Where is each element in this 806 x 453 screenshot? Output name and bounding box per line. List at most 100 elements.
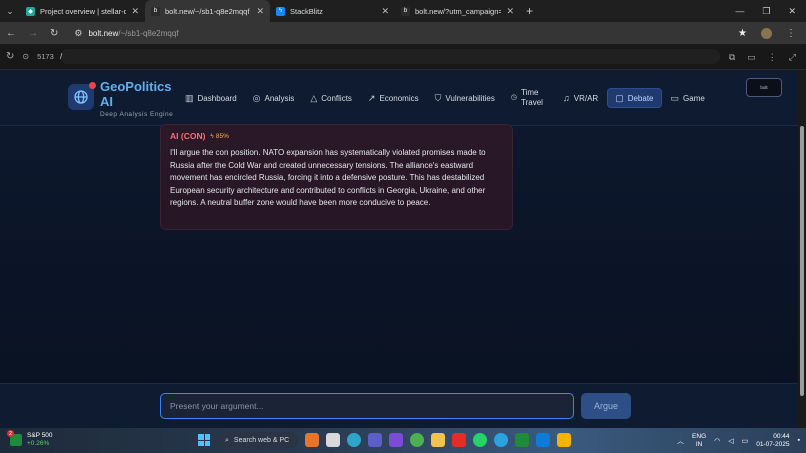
tab-close-icon[interactable]: ✕ — [131, 6, 139, 17]
badge-text: bolt — [760, 85, 768, 90]
nav-game[interactable]: ▭ Game — [664, 88, 712, 108]
dev-app-icon[interactable] — [389, 433, 403, 447]
live-dot — [89, 82, 96, 89]
edge-app-icon[interactable] — [347, 433, 361, 447]
confidence-value: 85% — [215, 132, 229, 140]
argument-input[interactable] — [160, 393, 574, 419]
profile-avatar[interactable] — [761, 27, 772, 39]
stock-change: +0.26% — [27, 440, 50, 447]
youtube-app-icon[interactable] — [452, 433, 466, 447]
main-nav: ▥ Dashboard ◎ Analysis △ Conflicts ↗ Eco… — [178, 87, 712, 109]
tab-close-icon[interactable]: ✕ — [506, 6, 514, 17]
site-info-icon[interactable]: ⚙ — [74, 28, 82, 39]
lang-top: ENG — [692, 432, 707, 440]
nav-economics[interactable]: ↗ Economics — [361, 88, 426, 108]
forward-icon[interactable]: → — [28, 28, 38, 39]
tab-title: bolt.new/?utm_campaign=stack — [415, 6, 502, 16]
preview-reload-icon[interactable]: ↻ — [6, 51, 14, 62]
bar-chart-icon: ▥ — [185, 92, 194, 103]
tab-favicon-icon: b — [401, 6, 410, 16]
headset-icon: ♫ — [562, 93, 570, 103]
nav-label: Debate — [627, 93, 654, 103]
nav-label: Conflicts — [321, 93, 352, 103]
browser-tab-4[interactable]: b bolt.new/?utm_campaign=stack ✕ — [395, 0, 520, 22]
volume-icon[interactable]: ◁ — [728, 437, 733, 445]
nav-label: VR/AR — [573, 93, 599, 103]
clock[interactable]: 00:44 01-07-2025 — [756, 433, 789, 449]
preview-path-input[interactable]: / — [60, 49, 720, 64]
bolt-badge[interactable]: bolt — [746, 78, 782, 97]
tab-title: bolt.new/~/sb1-q8e2mqqf — [165, 6, 250, 16]
address-bar: ← → ↻ ⚙ bolt.new/~/sb1-q8e2mqqf ★ ⋮ — [0, 22, 806, 44]
page-scrollbar[interactable] — [798, 70, 806, 428]
nav-label: Economics — [379, 93, 419, 103]
brand-tagline: Deep Analysis Engine — [100, 111, 174, 118]
system-tray: ︿ ENG IN ◠ ◁ ▭ 00:44 01-07-2025 ▪ — [677, 428, 800, 453]
window-controls: — ❐ ✕ — [735, 0, 806, 22]
trend-icon: ↗ — [367, 92, 376, 103]
nav-vr-ar[interactable]: ♫ VR/AR — [556, 88, 605, 108]
device-icon[interactable]: ▭ — [747, 52, 756, 63]
drive-app-icon[interactable] — [557, 433, 571, 447]
nav-vulnerabilities[interactable]: ⛉ Vulnerabilities — [428, 88, 502, 108]
taskbar-search[interactable]: ⌕ Search web & PC — [218, 432, 298, 449]
clock-date: 01-07-2025 — [756, 440, 790, 448]
store-app-icon[interactable] — [368, 433, 382, 447]
app-header: GeoPolitics AI Deep Analysis Engine ▥ Da… — [0, 70, 798, 126]
nav-time-travel[interactable]: ◷ Time Travel — [504, 88, 554, 108]
nav-analysis[interactable]: ◎ Analysis — [246, 88, 302, 108]
nav-conflicts[interactable]: △ Conflicts — [303, 88, 359, 108]
open-external-icon[interactable]: ⧉ — [729, 52, 735, 63]
notifications-icon[interactable]: ▪ — [798, 437, 800, 444]
lang-bottom: IN — [695, 440, 703, 448]
url-host: bolt.new — [88, 28, 119, 38]
tab-search-icon[interactable]: ⌄ — [0, 0, 20, 22]
url-field[interactable]: ⚙ bolt.new/~/sb1-q8e2mqqf — [74, 28, 178, 39]
tab-close-icon[interactable]: ✕ — [256, 6, 264, 17]
reload-icon[interactable]: ↻ — [50, 28, 58, 39]
stock-name: S&P 500 — [27, 432, 53, 439]
nav-label: Analysis — [264, 93, 295, 103]
tray-chevron-icon[interactable]: ︿ — [677, 436, 684, 446]
stock-widget[interactable]: 2 S&P 500 +0.26% — [7, 430, 53, 448]
explorer-app-icon[interactable] — [431, 433, 445, 447]
nav-label: Dashboard — [197, 93, 237, 103]
chrome-app-icon[interactable] — [410, 433, 424, 447]
browser-tab-2[interactable]: b bolt.new/~/sb1-q8e2mqqf ✕ — [145, 0, 270, 22]
minimize-icon[interactable]: — — [735, 6, 744, 16]
nav-debate[interactable]: ▢ Debate — [607, 88, 662, 108]
message-text: I'll argue the con position. NATO expans… — [170, 148, 486, 208]
app-viewport: GeoPolitics AI Deep Analysis Engine ▥ Da… — [0, 70, 798, 428]
browser-menu-icon[interactable]: ⋮ — [786, 28, 796, 39]
wifi-icon[interactable]: ◠ — [714, 437, 720, 445]
more-icon[interactable]: ⋮ — [768, 52, 777, 63]
whatsapp-app-icon[interactable] — [473, 433, 487, 447]
pinned-apps — [305, 433, 571, 447]
nav-dashboard[interactable]: ▥ Dashboard — [178, 88, 244, 108]
terminal-app-icon[interactable] — [515, 433, 529, 447]
browser-tab-3[interactable]: ϟ StackBlitz ✕ — [270, 0, 395, 22]
new-tab-button[interactable]: + — [526, 4, 533, 18]
vscode-app-icon[interactable] — [536, 433, 550, 447]
file-app-icon[interactable] — [326, 433, 340, 447]
nav-label: Game — [683, 93, 705, 103]
back-icon[interactable]: ← — [6, 28, 16, 39]
widgets-app-icon[interactable] — [305, 433, 319, 447]
close-window-icon[interactable]: ✕ — [788, 6, 796, 17]
browser-tab-1[interactable]: ◆ Project overview | stellar-dange ✕ — [20, 0, 145, 22]
shield-icon: ⛉ — [434, 92, 442, 103]
language-indicator[interactable]: ENG IN — [692, 433, 706, 449]
battery-icon[interactable]: ▭ — [742, 437, 749, 445]
scrollbar-thumb[interactable] — [800, 126, 804, 396]
bookmark-star-icon[interactable]: ★ — [738, 28, 747, 39]
restore-icon[interactable]: ❐ — [762, 6, 770, 17]
gamepad-icon: ▭ — [670, 92, 680, 103]
windows-start-icon[interactable] — [198, 434, 210, 446]
tab-close-icon[interactable]: ✕ — [381, 6, 389, 17]
message-header: AI (CON) ϟ 85% — [170, 131, 503, 141]
telegram-app-icon[interactable] — [494, 433, 508, 447]
os-taskbar: 2 S&P 500 +0.26% ⌕ Search web & PC ︿ ENG… — [0, 428, 806, 453]
nav-label: Time Travel — [520, 88, 543, 107]
argue-button[interactable]: Argue — [581, 393, 631, 419]
fullscreen-icon[interactable]: ⤢ — [789, 52, 796, 63]
